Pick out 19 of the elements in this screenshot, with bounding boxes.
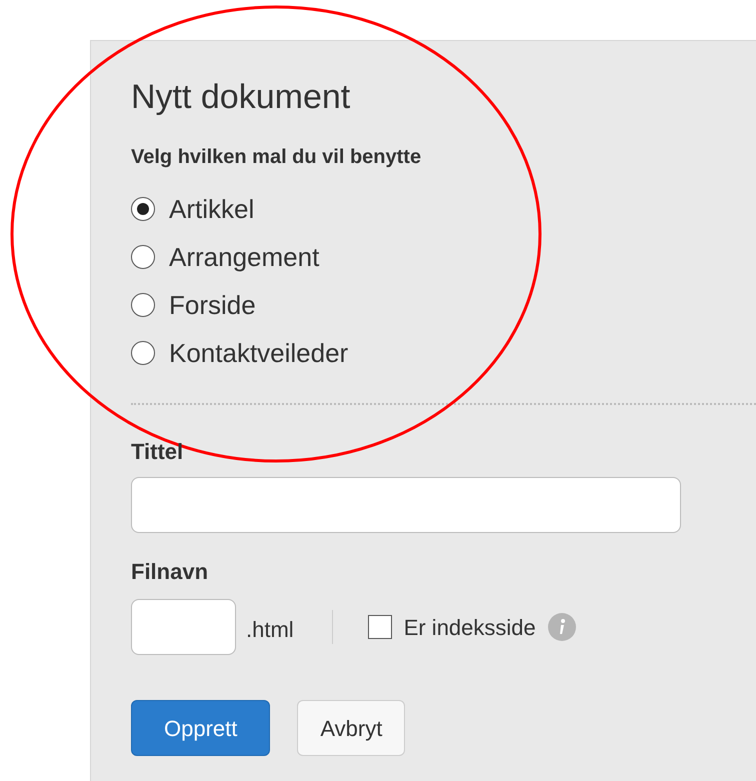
field-label: Filnavn — [131, 559, 208, 585]
panel-title: Nytt dokument — [131, 77, 352, 117]
checkbox-label: Er indeksside — [404, 614, 536, 642]
radio-label: Forside — [169, 288, 256, 322]
radio-label: Arrangement — [169, 240, 320, 274]
radio-button[interactable] — [131, 245, 155, 269]
radio-button[interactable] — [131, 293, 155, 317]
radio-button[interactable] — [131, 197, 155, 221]
template-prompt: Velg hvilken mal du vil benytte — [131, 145, 422, 169]
radio-button[interactable] — [131, 341, 155, 365]
field-label: Tittel — [131, 439, 184, 465]
filename-suffix: .html — [246, 616, 294, 644]
index-checkbox[interactable] — [368, 615, 392, 639]
title-input-field[interactable] — [131, 477, 681, 533]
create-button[interactable]: Opprett — [131, 700, 270, 756]
cancel-button[interactable]: Avbryt — [297, 700, 406, 756]
radio-label: Kontaktveileder — [169, 336, 348, 370]
radio-label: Artikkel — [169, 192, 254, 226]
filename-input-field[interactable] — [131, 599, 236, 655]
